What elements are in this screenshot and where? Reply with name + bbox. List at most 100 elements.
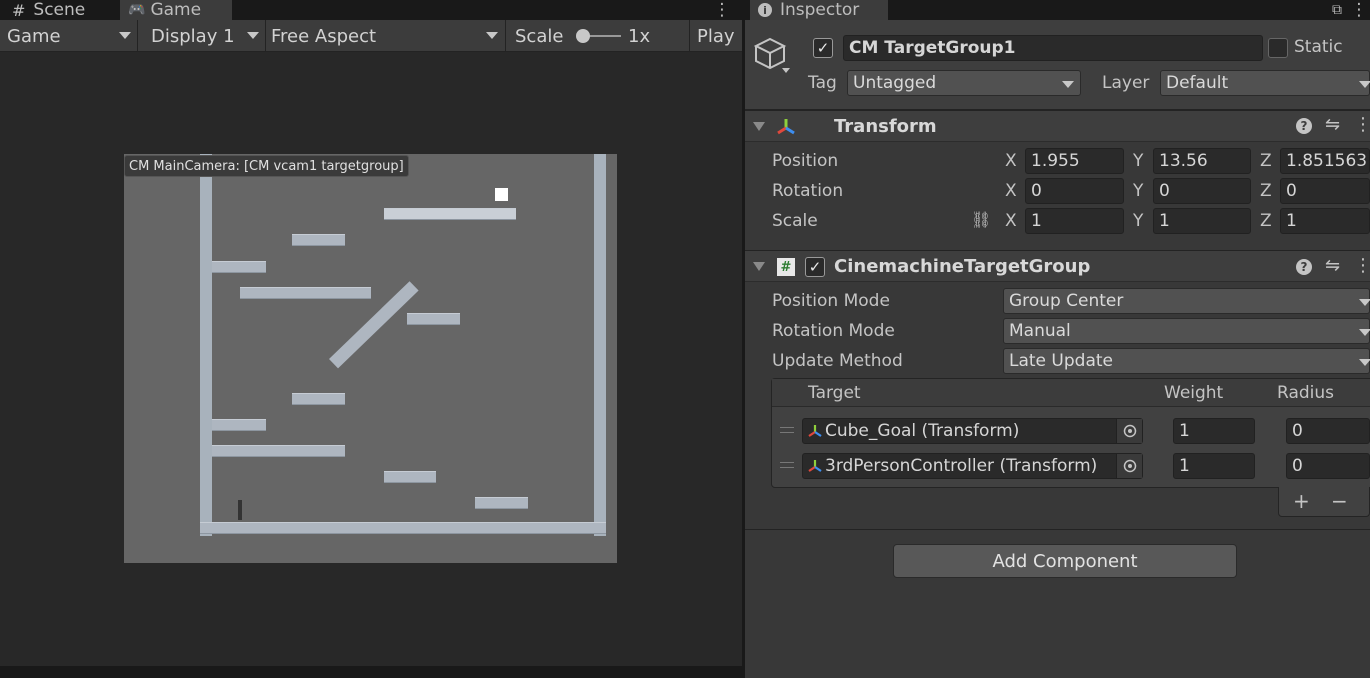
platform	[384, 208, 516, 220]
tab-inspector-label: Inspector	[780, 0, 860, 20]
position-x-label[interactable]: X	[1005, 151, 1017, 171]
object-name-field[interactable]: CM TargetGroup1	[843, 35, 1263, 61]
component-menu-kebab-icon[interactable]: ⋮	[1354, 255, 1370, 276]
chevron-down-icon	[486, 32, 498, 39]
transform-icon	[807, 423, 823, 439]
platform	[407, 313, 460, 325]
script-icon: #	[777, 258, 795, 276]
level-left-wall	[200, 154, 212, 536]
scale-x-label[interactable]: X	[1005, 211, 1017, 231]
panel-menu-kebab-icon[interactable]: ⋮	[712, 0, 732, 20]
add-element-button[interactable]: +	[1293, 489, 1310, 513]
scale-z-field[interactable]: 1	[1280, 208, 1370, 234]
active-checkbox[interactable]: ✓	[813, 38, 833, 58]
maximize-icon[interactable]: ⧉	[1327, 0, 1347, 20]
drag-handle-icon[interactable]	[780, 462, 794, 468]
platform	[212, 445, 345, 457]
presets-icon[interactable]: ⇋	[1325, 255, 1340, 276]
aspect-dropdown[interactable]: Free Aspect	[271, 20, 501, 52]
rotation-z-label[interactable]: Z	[1260, 181, 1272, 201]
rotation-x-label[interactable]: X	[1005, 181, 1017, 201]
update-method-value: Late Update	[1009, 351, 1113, 371]
info-icon: i	[758, 3, 772, 17]
scale-y-field[interactable]: 1	[1153, 208, 1251, 234]
level-right-wall	[594, 154, 606, 536]
chevron-down-icon	[1359, 81, 1370, 88]
target-group-header[interactable]: # ✓ CinemachineTargetGroup ? ⇋ ⋮	[745, 250, 1370, 282]
target-object-field[interactable]: Cube_Goal (Transform)	[802, 418, 1143, 444]
divider	[745, 529, 1370, 530]
scale-label: Scale	[515, 25, 564, 47]
scale-slider-handle[interactable]	[576, 29, 590, 43]
tab-inspector[interactable]: i Inspector	[750, 0, 888, 20]
position-x-field[interactable]: 1.955	[1025, 148, 1124, 174]
platform	[212, 261, 266, 273]
game-viewport[interactable]	[124, 154, 617, 563]
update-method-dropdown[interactable]: Late Update	[1003, 348, 1370, 374]
display-dropdown[interactable]: Display 1	[151, 20, 263, 52]
aspect-label: Free Aspect	[271, 25, 377, 47]
target-radius-field[interactable]: 0	[1286, 418, 1370, 444]
tab-scene-label: Scene	[33, 0, 86, 20]
platform	[292, 393, 345, 405]
rotation-mode-dropdown[interactable]: Manual	[1003, 318, 1370, 344]
inspector-tab-bar: i Inspector ⧉ ⋮	[745, 0, 1370, 20]
drag-handle-icon[interactable]	[780, 427, 794, 433]
tab-game[interactable]: 🎮 Game	[120, 0, 232, 20]
layer-label: Layer	[1102, 73, 1150, 93]
position-label: Position	[772, 151, 839, 171]
static-checkbox[interactable]	[1268, 38, 1288, 58]
display-mode-dropdown[interactable]: Game	[7, 20, 135, 52]
platform	[384, 471, 436, 483]
help-icon[interactable]: ?	[1296, 259, 1312, 275]
scale-label: Scale	[772, 211, 818, 231]
remove-element-button[interactable]: −	[1331, 489, 1348, 513]
scale-y-label[interactable]: Y	[1133, 211, 1143, 231]
platform	[292, 234, 345, 246]
tag-dropdown[interactable]: Untagged	[847, 70, 1081, 96]
gameobject-icon[interactable]	[753, 36, 790, 76]
rotation-label: Rotation	[772, 181, 844, 201]
target-name: Cube_Goal (Transform)	[825, 421, 1020, 441]
position-y-field[interactable]: 13.56	[1153, 148, 1251, 174]
object-picker-icon[interactable]	[1116, 454, 1142, 478]
chevron-down-icon	[1062, 81, 1074, 88]
scale-x-field[interactable]: 1	[1025, 208, 1124, 234]
position-mode-label: Position Mode	[772, 291, 890, 311]
scale-z-label[interactable]: Z	[1260, 211, 1272, 231]
rotation-y-field[interactable]: 0	[1153, 178, 1251, 204]
rotation-mode-label: Rotation Mode	[772, 321, 895, 341]
target-radius-field[interactable]: 0	[1286, 453, 1370, 479]
gameobject-header	[745, 20, 1370, 110]
foldout-arrow-icon[interactable]	[753, 122, 765, 131]
target-weight-field[interactable]: 1	[1173, 418, 1255, 444]
left-tab-bar: # Scene 🎮 Game ⋮	[0, 0, 742, 20]
rotation-x-field[interactable]: 0	[1025, 178, 1124, 204]
position-mode-dropdown[interactable]: Group Center	[1003, 288, 1370, 314]
column-radius: Radius	[1277, 383, 1335, 403]
chevron-down-icon	[247, 32, 259, 39]
position-z-field[interactable]: 1.851563	[1280, 148, 1370, 174]
target-object-field[interactable]: 3rdPersonController (Transform)	[802, 453, 1143, 479]
position-z-label[interactable]: Z	[1260, 151, 1272, 171]
constrain-proportions-icon[interactable]: ⛓	[971, 210, 991, 229]
tab-scene[interactable]: # Scene	[4, 0, 93, 20]
object-picker-icon[interactable]	[1116, 419, 1142, 443]
add-component-button[interactable]: Add Component	[893, 544, 1237, 578]
presets-icon[interactable]: ⇋	[1325, 114, 1340, 135]
targets-list-header: Target Weight Radius	[772, 379, 1370, 407]
gamepad-icon: 🎮	[128, 2, 146, 18]
help-icon[interactable]: ?	[1296, 118, 1312, 134]
target-weight-field[interactable]: 1	[1173, 453, 1255, 479]
transform-header[interactable]: Transform ? ⇋ ⋮	[745, 110, 1370, 142]
panel-menu-kebab-icon[interactable]: ⋮	[1349, 0, 1369, 20]
layer-dropdown[interactable]: Default	[1160, 70, 1370, 96]
rotation-y-label[interactable]: Y	[1133, 181, 1143, 201]
target-name: 3rdPersonController (Transform)	[825, 456, 1098, 476]
foldout-arrow-icon[interactable]	[753, 262, 765, 271]
rotation-z-field[interactable]: 0	[1280, 178, 1370, 204]
component-enabled-checkbox[interactable]: ✓	[805, 257, 825, 277]
position-y-label[interactable]: Y	[1133, 151, 1143, 171]
play-mode-button[interactable]: Play	[697, 20, 735, 52]
component-menu-kebab-icon[interactable]: ⋮	[1354, 114, 1370, 135]
